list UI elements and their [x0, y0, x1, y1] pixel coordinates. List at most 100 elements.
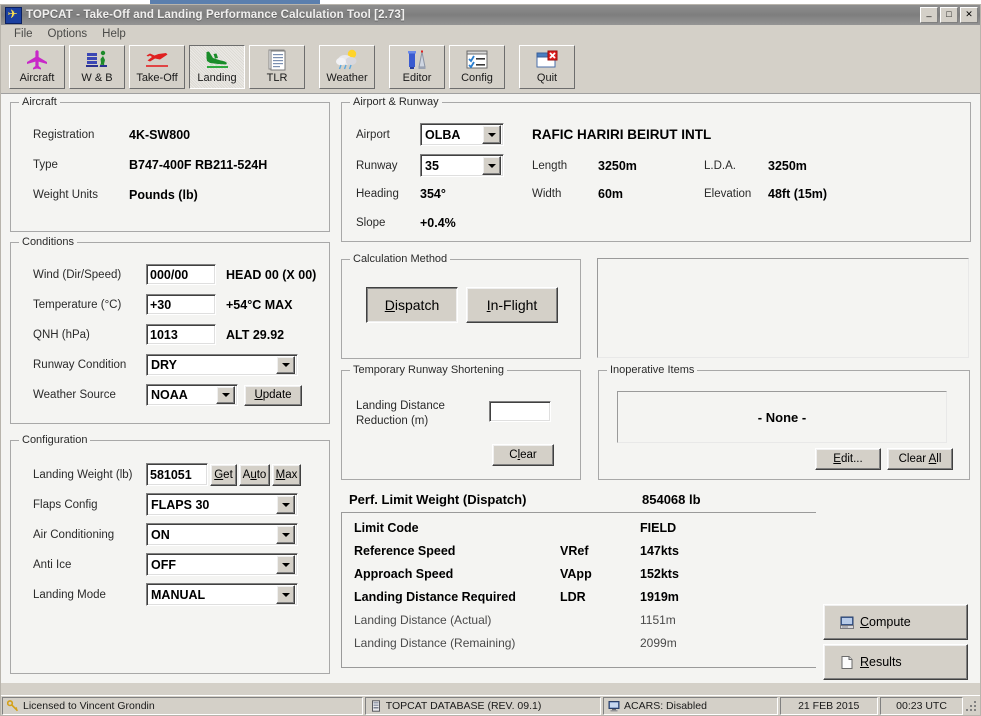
- toolbar-button-quit[interactable]: Quit: [519, 45, 575, 89]
- compute-button[interactable]: Compute: [823, 604, 968, 640]
- result-value: FIELD: [640, 521, 677, 535]
- inoperative-items-caption: Inoperative Items: [607, 364, 698, 376]
- lda-label: L.D.A.: [704, 159, 736, 172]
- airport-label: Airport: [356, 128, 390, 141]
- aircraft-group: Aircraft Registration 4K-SW800 Type B747…: [10, 96, 330, 232]
- aircraft-group-caption: Aircraft: [19, 96, 60, 108]
- status-acars: ACARS: Disabled: [603, 696, 778, 715]
- resize-grip[interactable]: [964, 699, 978, 713]
- runway-value: 35: [425, 158, 439, 173]
- clear-shortening-button[interactable]: Clear: [492, 444, 554, 466]
- type-value: B747-400F RB211-524H: [129, 158, 268, 172]
- airport-name: RAFIC HARIRI BEIRUT INTL: [532, 127, 712, 142]
- elevation-value: 48ft (15m): [768, 187, 828, 201]
- airport-runway-group-caption: Airport & Runway: [350, 96, 442, 108]
- chevron-down-icon[interactable]: [276, 356, 295, 374]
- result-value: 1919m: [640, 590, 679, 604]
- flaps-config-select[interactable]: FLAPS 30: [146, 493, 298, 516]
- reduction-label-line1: Landing Distance: [356, 400, 445, 412]
- time-text: 00:23 UTC: [896, 699, 947, 712]
- dispatch-button[interactable]: Dispatch: [366, 287, 458, 323]
- inoperative-items-group: Inoperative Items - None - Edit... Clear…: [598, 364, 970, 480]
- result-label: Landing Distance (Actual): [354, 613, 492, 627]
- editor-tower-icon: [408, 50, 426, 69]
- air-conditioning-select[interactable]: ON: [146, 523, 298, 546]
- slope-label: Slope: [356, 217, 386, 229]
- runway-condition-select[interactable]: DRY: [146, 354, 298, 376]
- table-row: Landing Distance (Actual) 1151m: [342, 613, 816, 627]
- registration-value: 4K-SW800: [129, 128, 191, 142]
- anti-ice-value: OFF: [151, 557, 176, 572]
- flaps-config-value: FLAPS 30: [151, 497, 210, 512]
- max-weight-button[interactable]: Max: [272, 463, 301, 486]
- anti-ice-select[interactable]: OFF: [146, 553, 298, 576]
- chevron-down-icon[interactable]: [276, 555, 295, 574]
- flaps-config-label: Flaps Config: [33, 498, 98, 511]
- result-code: VRef: [560, 544, 589, 558]
- temperature-input[interactable]: +30: [146, 294, 216, 315]
- inflight-button[interactable]: In-Flight: [466, 287, 558, 323]
- toolbar-button-editor[interactable]: Editor: [389, 45, 445, 89]
- chevron-down-icon[interactable]: [482, 125, 501, 144]
- status-bar: Licensed to Vincent Grondin TOPCAT DATAB…: [1, 695, 980, 715]
- qnh-note: ALT 29.92: [226, 327, 285, 342]
- license-text: Licensed to Vincent Grondin: [23, 699, 155, 712]
- minimize-button[interactable]: _: [920, 7, 938, 23]
- menu-item-help[interactable]: Help: [95, 27, 133, 41]
- menu-item-file[interactable]: File: [7, 27, 40, 41]
- runway-condition-label: Runway Condition: [33, 359, 127, 371]
- toolbar-button-config[interactable]: Config: [449, 45, 505, 89]
- client-area: Aircraft Registration 4K-SW800 Type B747…: [1, 94, 980, 683]
- results-button[interactable]: Results: [823, 644, 968, 680]
- configuration-group: Configuration Landing Weight (lb) 581051…: [10, 434, 330, 674]
- close-button[interactable]: ✕: [960, 7, 978, 23]
- runway-select[interactable]: 35: [420, 154, 504, 177]
- menu-item-options[interactable]: Options: [41, 27, 95, 41]
- toolbar-button-landing[interactable]: Landing: [189, 45, 245, 89]
- inoperative-items-list[interactable]: - None -: [617, 391, 947, 443]
- toolbar-label: TLR: [266, 72, 288, 84]
- update-button[interactable]: Update: [244, 384, 302, 406]
- landing-mode-label: Landing Mode: [33, 588, 106, 601]
- chevron-down-icon[interactable]: [276, 585, 295, 604]
- edit-inop-button[interactable]: Edit...: [815, 448, 881, 470]
- airport-runway-group: Airport & Runway Airport OLBA RAFIC HARI…: [341, 96, 971, 242]
- chevron-down-icon[interactable]: [216, 386, 235, 404]
- slope-value: +0.4%: [420, 216, 456, 230]
- weather-source-value: NOAA: [151, 388, 188, 402]
- perf-limit-weight-value: 854068 lb: [642, 492, 701, 507]
- auto-weight-button[interactable]: Auto: [239, 463, 270, 486]
- takeoff-plane-icon: [146, 53, 168, 67]
- cloud-sun-icon: [336, 49, 357, 70]
- monitor-icon: [608, 700, 620, 711]
- chevron-down-icon[interactable]: [482, 156, 501, 175]
- toolbar-button-aircraft[interactable]: Aircraft: [9, 45, 65, 89]
- airplane-icon: ✈: [5, 6, 22, 24]
- landing-mode-select[interactable]: MANUAL: [146, 583, 298, 606]
- messages-panel: [597, 258, 969, 358]
- weather-source-select[interactable]: NOAA: [146, 384, 238, 406]
- toolbar-button-weather[interactable]: Weather: [319, 45, 375, 89]
- wind-input[interactable]: 000/00: [146, 264, 216, 285]
- perf-limit-weight-title: Perf. Limit Weight (Dispatch): [349, 492, 527, 507]
- maximize-button[interactable]: □: [940, 7, 958, 23]
- landing-weight-input[interactable]: 581051: [146, 463, 208, 486]
- toolbar-button-tlr[interactable]: TLR: [249, 45, 305, 89]
- reduction-label: Landing Distance Reduction (m): [356, 399, 445, 429]
- chevron-down-icon[interactable]: [276, 525, 295, 544]
- chevron-down-icon[interactable]: [276, 495, 295, 514]
- toolbar-button-wb[interactable]: W & B: [69, 45, 125, 89]
- airport-select[interactable]: OLBA: [420, 123, 504, 146]
- conditions-group-caption: Conditions: [19, 236, 77, 248]
- heading-value: 354°: [420, 187, 446, 201]
- get-weight-button[interactable]: Get: [210, 463, 237, 486]
- toolbar-label: Quit: [536, 72, 558, 84]
- acars-text: ACARS: Disabled: [624, 699, 707, 712]
- clear-all-inop-button[interactable]: Clear All: [887, 448, 953, 470]
- date-text: 21 FEB 2015: [798, 699, 860, 712]
- reduction-input[interactable]: [489, 401, 551, 422]
- wind-label: Wind (Dir/Speed): [33, 268, 122, 281]
- table-row: Landing Distance Required LDR 1919m: [342, 590, 816, 604]
- qnh-input[interactable]: 1013: [146, 324, 216, 345]
- toolbar-button-takeoff[interactable]: Take-Off: [129, 45, 185, 89]
